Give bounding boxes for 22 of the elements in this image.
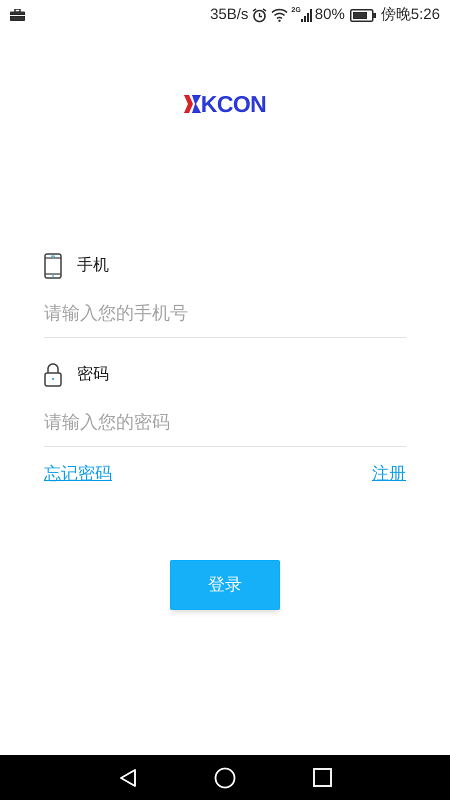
phone-field[interactable]: 请输入您的手机号 [44, 295, 406, 338]
register-link[interactable]: 注册 [372, 461, 406, 486]
alarm-icon [252, 8, 268, 22]
signal-icon [300, 8, 313, 22]
network-speed: 35B/s [210, 4, 248, 25]
wifi-icon [271, 8, 288, 22]
battery-icon [350, 8, 376, 22]
clock-time: 傍晚5:26 [380, 4, 440, 25]
home-icon[interactable] [214, 766, 236, 788]
password-field[interactable]: 请输入您的密码 [44, 404, 406, 447]
recents-icon[interactable] [312, 768, 332, 787]
forgot-password-link[interactable]: 忘记密码 [44, 461, 112, 486]
briefcase-icon [10, 9, 25, 21]
back-icon[interactable] [118, 768, 138, 788]
lock-icon [44, 363, 62, 387]
logo-mark-icon [184, 95, 201, 113]
battery-percent: 80% [314, 4, 345, 25]
login-button[interactable]: 登录 [170, 560, 280, 610]
phone-icon [44, 253, 62, 279]
field-label: 手机 [77, 256, 109, 276]
logo-text: KCON [200, 92, 266, 116]
field-label: 密码 [77, 364, 109, 385]
